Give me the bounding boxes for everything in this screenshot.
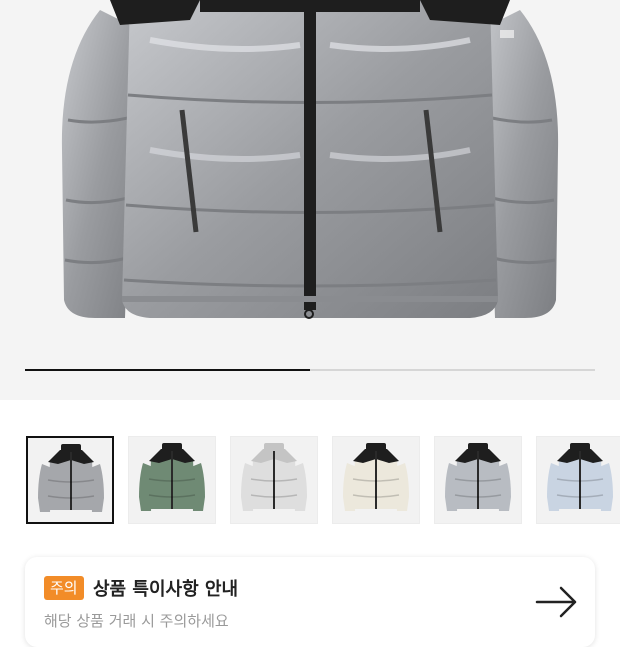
gallery-progress-fill bbox=[25, 369, 310, 371]
notice-card[interactable]: 주의 상품 특이사항 안내 해당 상품 거래 시 주의하세요 bbox=[25, 557, 595, 647]
thumbnail-khaki-green[interactable] bbox=[128, 436, 216, 524]
notice-title: 상품 특이사항 안내 bbox=[93, 579, 239, 600]
thumbnail-white-marble[interactable] bbox=[230, 436, 318, 524]
notice-subtitle: 해당 상품 거래 시 주의하세요 bbox=[44, 612, 229, 630]
arrow-right-icon[interactable] bbox=[535, 585, 579, 619]
thumbnail-jacket-image bbox=[139, 443, 205, 511]
thumbnail-jacket-image bbox=[343, 443, 409, 511]
thumbnail-strip bbox=[0, 400, 620, 545]
thumbnail-jacket-image bbox=[38, 444, 104, 512]
thumbnail-blue-marble[interactable] bbox=[536, 436, 620, 524]
product-image-gallery[interactable] bbox=[0, 0, 620, 400]
thumbnail-leopard[interactable] bbox=[434, 436, 522, 524]
thumbnail-silver[interactable] bbox=[26, 436, 114, 524]
thumbnail-jacket-image bbox=[241, 443, 307, 511]
thumbnail-cream[interactable] bbox=[332, 436, 420, 524]
caution-badge: 주의 bbox=[44, 576, 84, 600]
gallery-progress-bar bbox=[25, 369, 595, 371]
thumbnail-jacket-image bbox=[547, 443, 613, 511]
thumbnail-jacket-image bbox=[445, 443, 511, 511]
puffer-jacket-image bbox=[61, 0, 559, 319]
